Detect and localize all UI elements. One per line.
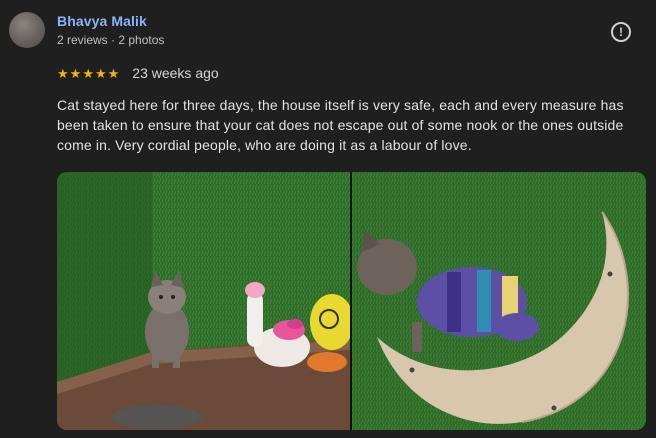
review-text: Cat stayed here for three days, the hous…: [57, 97, 624, 153]
review-date: 23 weeks ago: [132, 65, 219, 81]
report-icon[interactable]: !: [611, 22, 631, 42]
star-icon: ★: [57, 65, 69, 81]
author-meta: 2 reviews · 2 photos: [57, 33, 165, 47]
review-card: Bhavya Malik 2 reviews · 2 photos ! ★ ★ ★ ★…: [0, 0, 656, 438]
author-name[interactable]: Bhavya Malik: [57, 13, 147, 29]
photo-cat-on-moon-bed[interactable]: [352, 172, 646, 430]
star-icon: ★: [82, 65, 94, 81]
star-icon: ★: [69, 65, 82, 81]
photo-cat-with-toys[interactable]: [57, 172, 350, 430]
avatar[interactable]: [9, 12, 45, 48]
photo-gallery: [57, 172, 646, 430]
star-icon: ★: [94, 65, 107, 81]
star-icon: ★: [107, 65, 120, 81]
rating-row: ★ ★ ★ ★ ★ 23 weeks ago: [57, 64, 219, 82]
star-rating: ★ ★ ★ ★ ★: [57, 67, 119, 80]
